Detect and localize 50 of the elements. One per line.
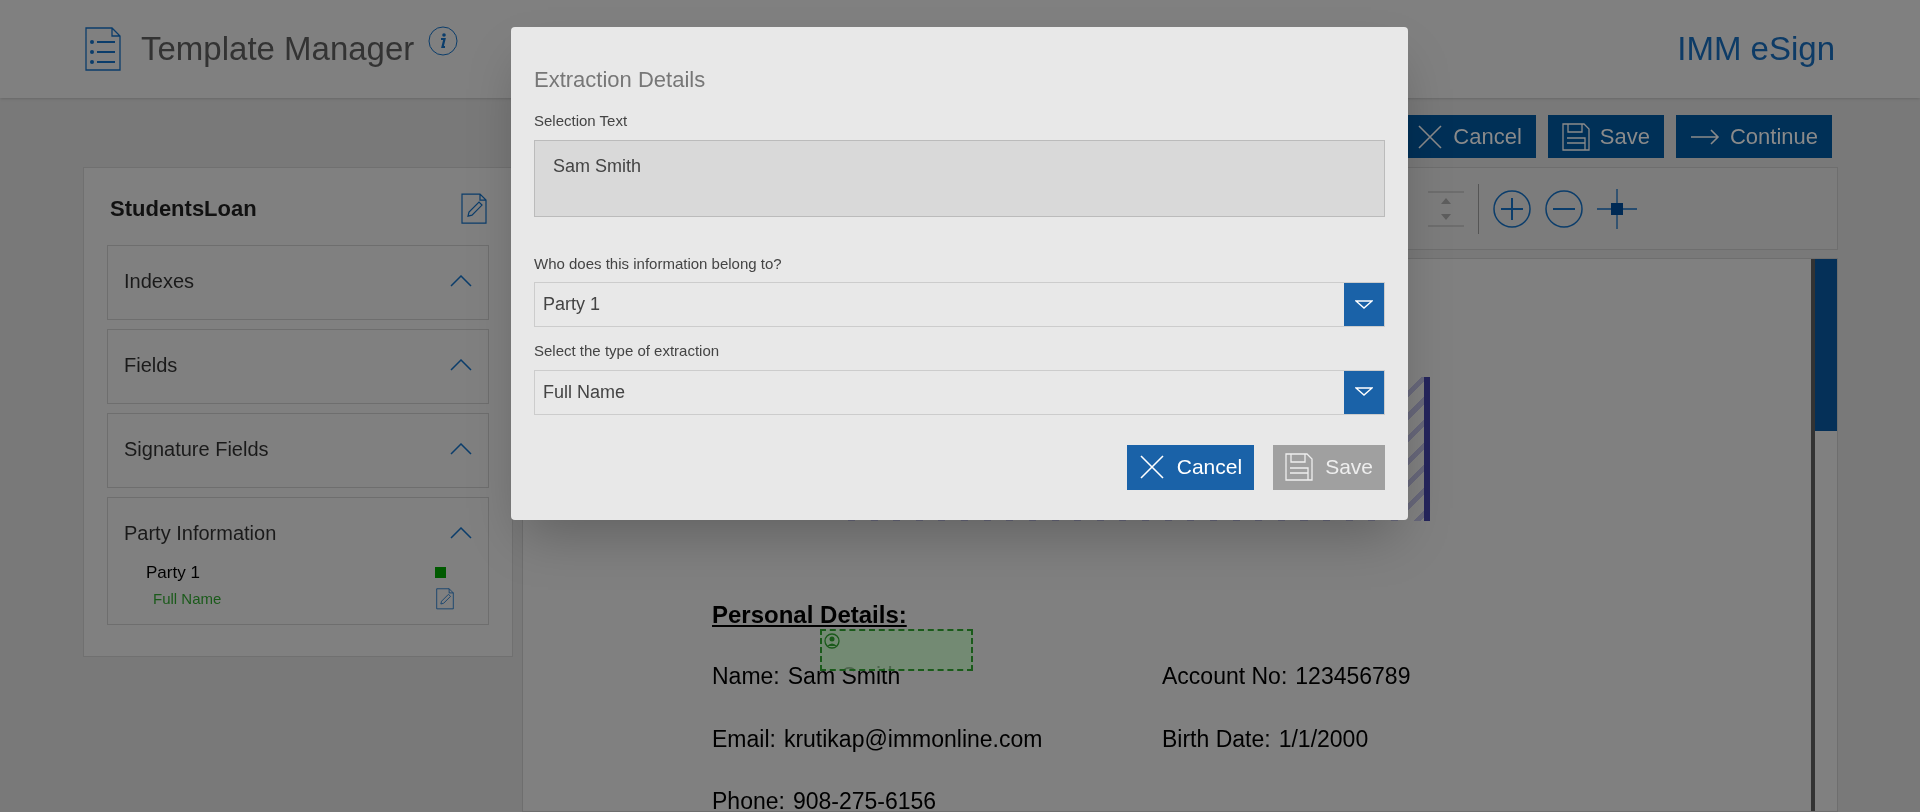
caret-down-icon [1355, 299, 1373, 310]
selection-text-field[interactable]: Sam Smith [534, 139, 1385, 217]
edit-document-icon[interactable] [461, 192, 487, 225]
arrow-right-icon [1689, 128, 1720, 145]
field-label: Selection Text [534, 111, 629, 131]
field-label: Account No: [1162, 662, 1288, 691]
extraction-type-select[interactable]: Full Name [534, 369, 1385, 415]
party-name[interactable]: Party 1 [146, 560, 200, 586]
party-select[interactable]: Party 1 [534, 282, 1385, 327]
brand-name: IMM eSign [1677, 29, 1835, 70]
close-icon [1138, 454, 1165, 480]
dropdown-button[interactable] [1344, 283, 1384, 326]
crosshair-icon[interactable] [1597, 188, 1637, 229]
close-icon [1417, 123, 1444, 150]
field-value: Sam Smith [787, 663, 901, 689]
info-icon[interactable] [428, 26, 459, 56]
field-label: Name: [712, 662, 780, 691]
section-title[interactable]: Party Information [124, 518, 277, 548]
dialog-title: Extraction Details [534, 66, 707, 94]
chevron-up-icon[interactable] [450, 527, 472, 539]
scrollbar[interactable] [1811, 259, 1837, 811]
person-icon [823, 633, 840, 649]
zoom-in-icon[interactable] [1493, 189, 1531, 228]
chevron-up-icon[interactable] [450, 359, 472, 371]
cancel-button[interactable]: Cancel [1126, 444, 1255, 490]
chevron-up-icon[interactable] [450, 275, 472, 287]
line-spacing-icon[interactable] [1428, 188, 1464, 229]
section-heading: Personal Details: [712, 600, 908, 630]
save-button[interactable]: Save [1547, 115, 1664, 158]
field-value: 908-275-6156 [792, 788, 937, 811]
field-label: Select the type of extraction [534, 341, 721, 361]
chevron-up-icon[interactable] [450, 443, 472, 455]
zoom-out-icon[interactable] [1545, 189, 1583, 228]
field-label: Birth Date: [1162, 724, 1271, 754]
page-title: Template Manager [141, 29, 415, 70]
section-title[interactable]: Fields [124, 350, 178, 380]
edit-document-icon[interactable] [436, 587, 454, 610]
section-title[interactable]: Indexes [124, 266, 195, 296]
dropdown-button[interactable] [1344, 370, 1384, 414]
continue-button[interactable]: Continue [1675, 115, 1832, 158]
field-label: Email: [712, 724, 776, 754]
field-value: 123456789 [1295, 663, 1411, 689]
field-value: krutikap@immonline.com [783, 725, 1043, 752]
section-title[interactable]: Signature Fields [124, 434, 269, 464]
template-name: StudentsLoan [110, 195, 257, 223]
field-label: Phone: [712, 787, 785, 811]
list-document-icon [85, 27, 121, 71]
field-label: Who does this information belong to? [534, 253, 783, 274]
caret-down-icon [1355, 387, 1373, 397]
field-value: 1/1/2000 [1278, 725, 1369, 752]
